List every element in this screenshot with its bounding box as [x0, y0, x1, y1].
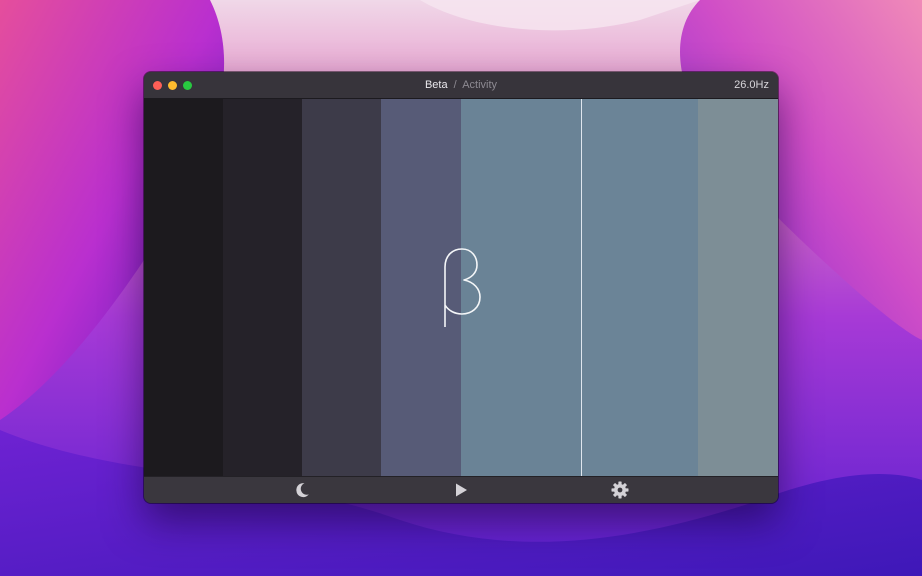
- moon-icon[interactable]: [292, 480, 312, 500]
- title-wave-name: Beta: [424, 79, 448, 91]
- band-3: [302, 99, 381, 476]
- title-bar: Beta / Activity 26.0Hz: [144, 72, 778, 99]
- greek-beta-icon: [444, 248, 481, 327]
- play-icon[interactable]: [451, 480, 471, 500]
- app-window: Beta / Activity 26.0Hz: [144, 72, 778, 503]
- band-2: [223, 99, 302, 476]
- frequency-marker[interactable]: [581, 99, 582, 476]
- gear-icon[interactable]: [610, 480, 630, 500]
- frequency-value: 26.0: [734, 79, 756, 91]
- title-separator: /: [453, 79, 457, 91]
- frequency-readout: 26.0Hz: [734, 72, 769, 99]
- frequency-unit: Hz: [755, 79, 769, 91]
- title-subtitle: Activity: [462, 79, 498, 91]
- band-1: [144, 99, 223, 476]
- bottom-toolbar: [144, 476, 778, 503]
- window-title: Beta / Activity: [144, 72, 778, 99]
- brainwave-bands: [144, 99, 778, 476]
- band-6: [581, 99, 698, 476]
- band-7: [698, 99, 778, 476]
